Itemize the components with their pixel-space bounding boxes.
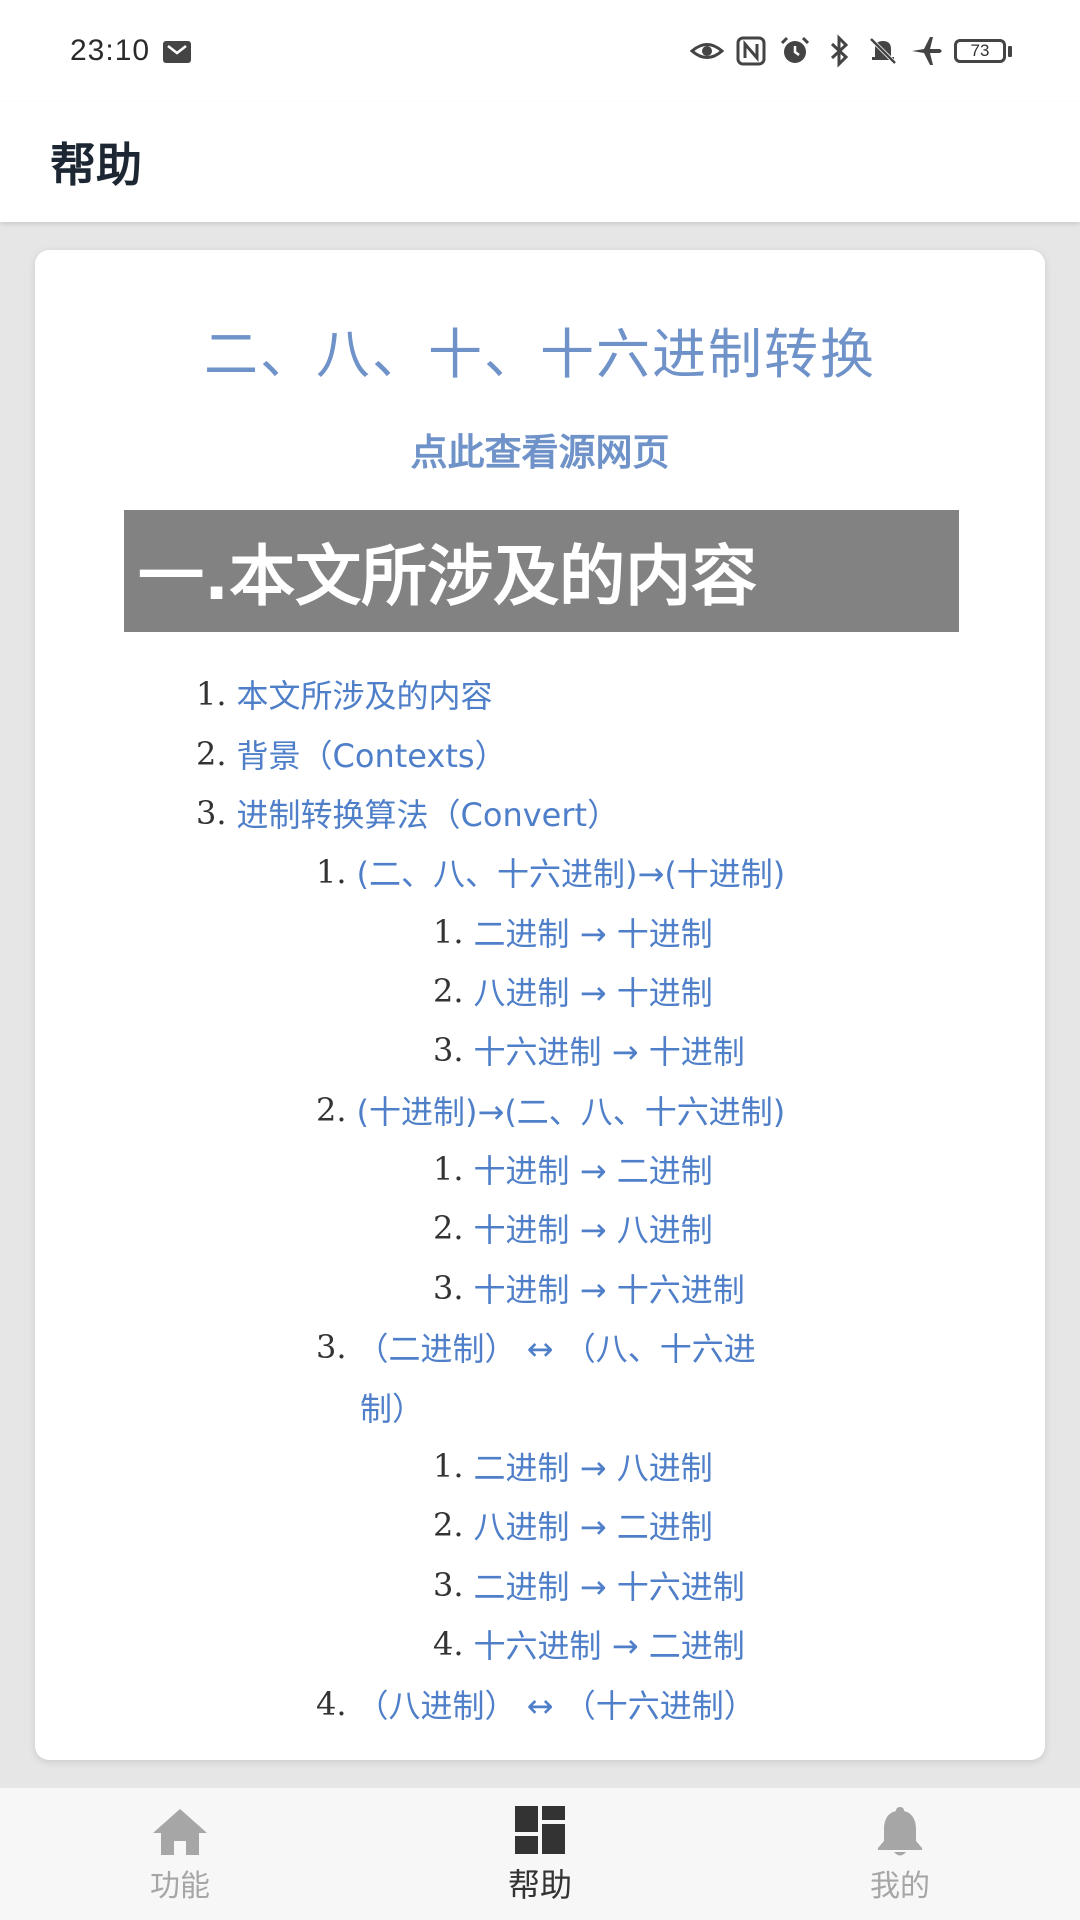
nav-label: 帮助	[507, 1866, 572, 1904]
nav-label: 功能	[150, 1869, 210, 1904]
toc-number: 3.	[433, 1269, 464, 1307]
mail-icon	[163, 41, 192, 63]
nav-item-mine[interactable]: 我的	[720, 1788, 1080, 1920]
toc-item[interactable]: 2. (十进制)→(二、八、十六进制)	[316, 1080, 785, 1140]
toc-link[interactable]: （八进制） ↔ （十六进制）	[357, 1681, 756, 1727]
toc-item[interactable]: 2. 八进制 → 二进制	[433, 1495, 713, 1555]
bell-icon	[878, 1807, 922, 1856]
toc-link[interactable]: 十进制 → 二进制	[474, 1146, 713, 1192]
toc-link[interactable]: (十进制)→(二、八、十六进制)	[357, 1087, 786, 1133]
status-left: 23:10	[70, 34, 194, 68]
toc-item[interactable]: 2. 背景（Contexts）	[196, 724, 507, 784]
toc-number: 3.	[316, 1328, 347, 1366]
home-icon	[153, 1809, 207, 1855]
toc-number: 4.	[433, 1625, 464, 1663]
toc-number: 1.	[433, 1150, 464, 1188]
toc-number: 1.	[316, 853, 347, 891]
page-title: 帮助	[50, 138, 142, 192]
toc-item[interactable]: 1. 二进制 → 八进制	[433, 1436, 713, 1496]
toc-link[interactable]: 八进制 → 二进制	[474, 1502, 713, 1548]
status-time: 23:10	[70, 34, 151, 67]
toc-item[interactable]: 4. 十六进制 → 二进制	[433, 1614, 745, 1674]
bottom-navigation: 功能 帮助 我的	[0, 1788, 1080, 1920]
toc-item[interactable]: 3. 十进制 → 十六进制	[433, 1258, 745, 1318]
mute-icon	[869, 37, 897, 65]
toc-number: 1.	[433, 1447, 464, 1485]
nav-item-functions[interactable]: 功能	[0, 1788, 360, 1920]
toc-link[interactable]: 十进制 → 八进制	[474, 1205, 713, 1251]
toc-item[interactable]: 1. 本文所涉及的内容	[196, 664, 493, 724]
status-right: 73	[690, 34, 1012, 68]
toc-number: 4.	[316, 1685, 347, 1723]
toc-link[interactable]: 八进制 → 十进制	[474, 968, 713, 1014]
toc-item[interactable]: 1. (二、八、十六进制)→(十进制)	[316, 842, 785, 902]
toc-number: 2.	[196, 735, 227, 773]
toc-item[interactable]: 3. 十六进制 → 十进制	[433, 1020, 745, 1080]
toc-number: 1.	[433, 913, 464, 951]
alarm-icon	[780, 36, 810, 63]
toc-link[interactable]: 十进制 → 十六进制	[474, 1265, 745, 1311]
eye-icon	[690, 43, 724, 59]
toc-item[interactable]: 3. 进制转换算法（Convert）	[196, 783, 619, 843]
toc-link[interactable]: 十六进制 → 十进制	[474, 1027, 745, 1073]
toc-link[interactable]: 背景（Contexts）	[237, 731, 507, 777]
toc-number: 3.	[433, 1031, 464, 1069]
toc-link[interactable]: 二进制 → 八进制	[474, 1443, 713, 1489]
toc-number: 3.	[196, 794, 227, 832]
nav-label: 我的	[870, 1869, 930, 1904]
toc-item[interactable]: 3. （二进制） ↔ （八、十六进	[316, 1317, 756, 1377]
toc-link[interactable]: 本文所涉及的内容	[237, 671, 493, 717]
toc-number: 2.	[433, 1209, 464, 1247]
toc-number: 2.	[316, 1091, 347, 1129]
toc-item[interactable]: 2. 八进制 → 十进制	[433, 961, 713, 1021]
toc-link[interactable]: 制）	[360, 1384, 424, 1430]
toc-item[interactable]: 3. 二进制 → 十六进制	[433, 1555, 745, 1615]
airplane-icon	[912, 37, 942, 65]
toc-item[interactable]: 1. 十进制 → 二进制	[433, 1139, 713, 1199]
toc-item[interactable]: 4. （八进制） ↔ （十六进制）	[316, 1674, 756, 1734]
toc-link[interactable]: 二进制 → 十进制	[474, 909, 713, 955]
toc-item[interactable]: 1. 二进制 → 十进制	[433, 902, 713, 962]
toc-link[interactable]: 进制转换算法（Convert）	[237, 790, 620, 836]
nav-item-help[interactable]: 帮助	[360, 1788, 720, 1920]
help-content-card: 二、八、十、十六进制转换 点此查看源网页 一.本文所涉及的内容 1. 本文所涉及的…	[35, 250, 1045, 1760]
toc-item[interactable]: 2. 十进制 → 八进制	[433, 1198, 713, 1258]
toc-link[interactable]: （二进制） ↔ （八、十六进	[357, 1324, 756, 1370]
nfc-icon	[736, 36, 766, 66]
toc-number: 1.	[196, 675, 227, 713]
toc-number: 2.	[433, 1506, 464, 1544]
toc-link[interactable]: (二、八、十六进制)→(十进制)	[357, 849, 786, 895]
toc-number: 2.	[433, 972, 464, 1010]
table-of-contents: 1. 本文所涉及的内容 2. 背景（Contexts） 3. 进制转换算法（Conve…	[35, 250, 1045, 1760]
toc-link[interactable]: 十六进制 → 二进制	[474, 1621, 745, 1667]
toc-item-continued[interactable]: 制）	[360, 1377, 424, 1437]
battery-icon: 73	[954, 39, 1012, 63]
status-bar: 23:10 73	[0, 0, 1080, 102]
app-bar: 帮助	[0, 102, 1080, 222]
battery-level: 73	[954, 39, 1006, 63]
bluetooth-icon	[830, 34, 849, 68]
dashboard-icon	[515, 1806, 565, 1854]
toc-number: 3.	[433, 1566, 464, 1604]
toc-link[interactable]: 二进制 → 十六进制	[474, 1562, 745, 1608]
